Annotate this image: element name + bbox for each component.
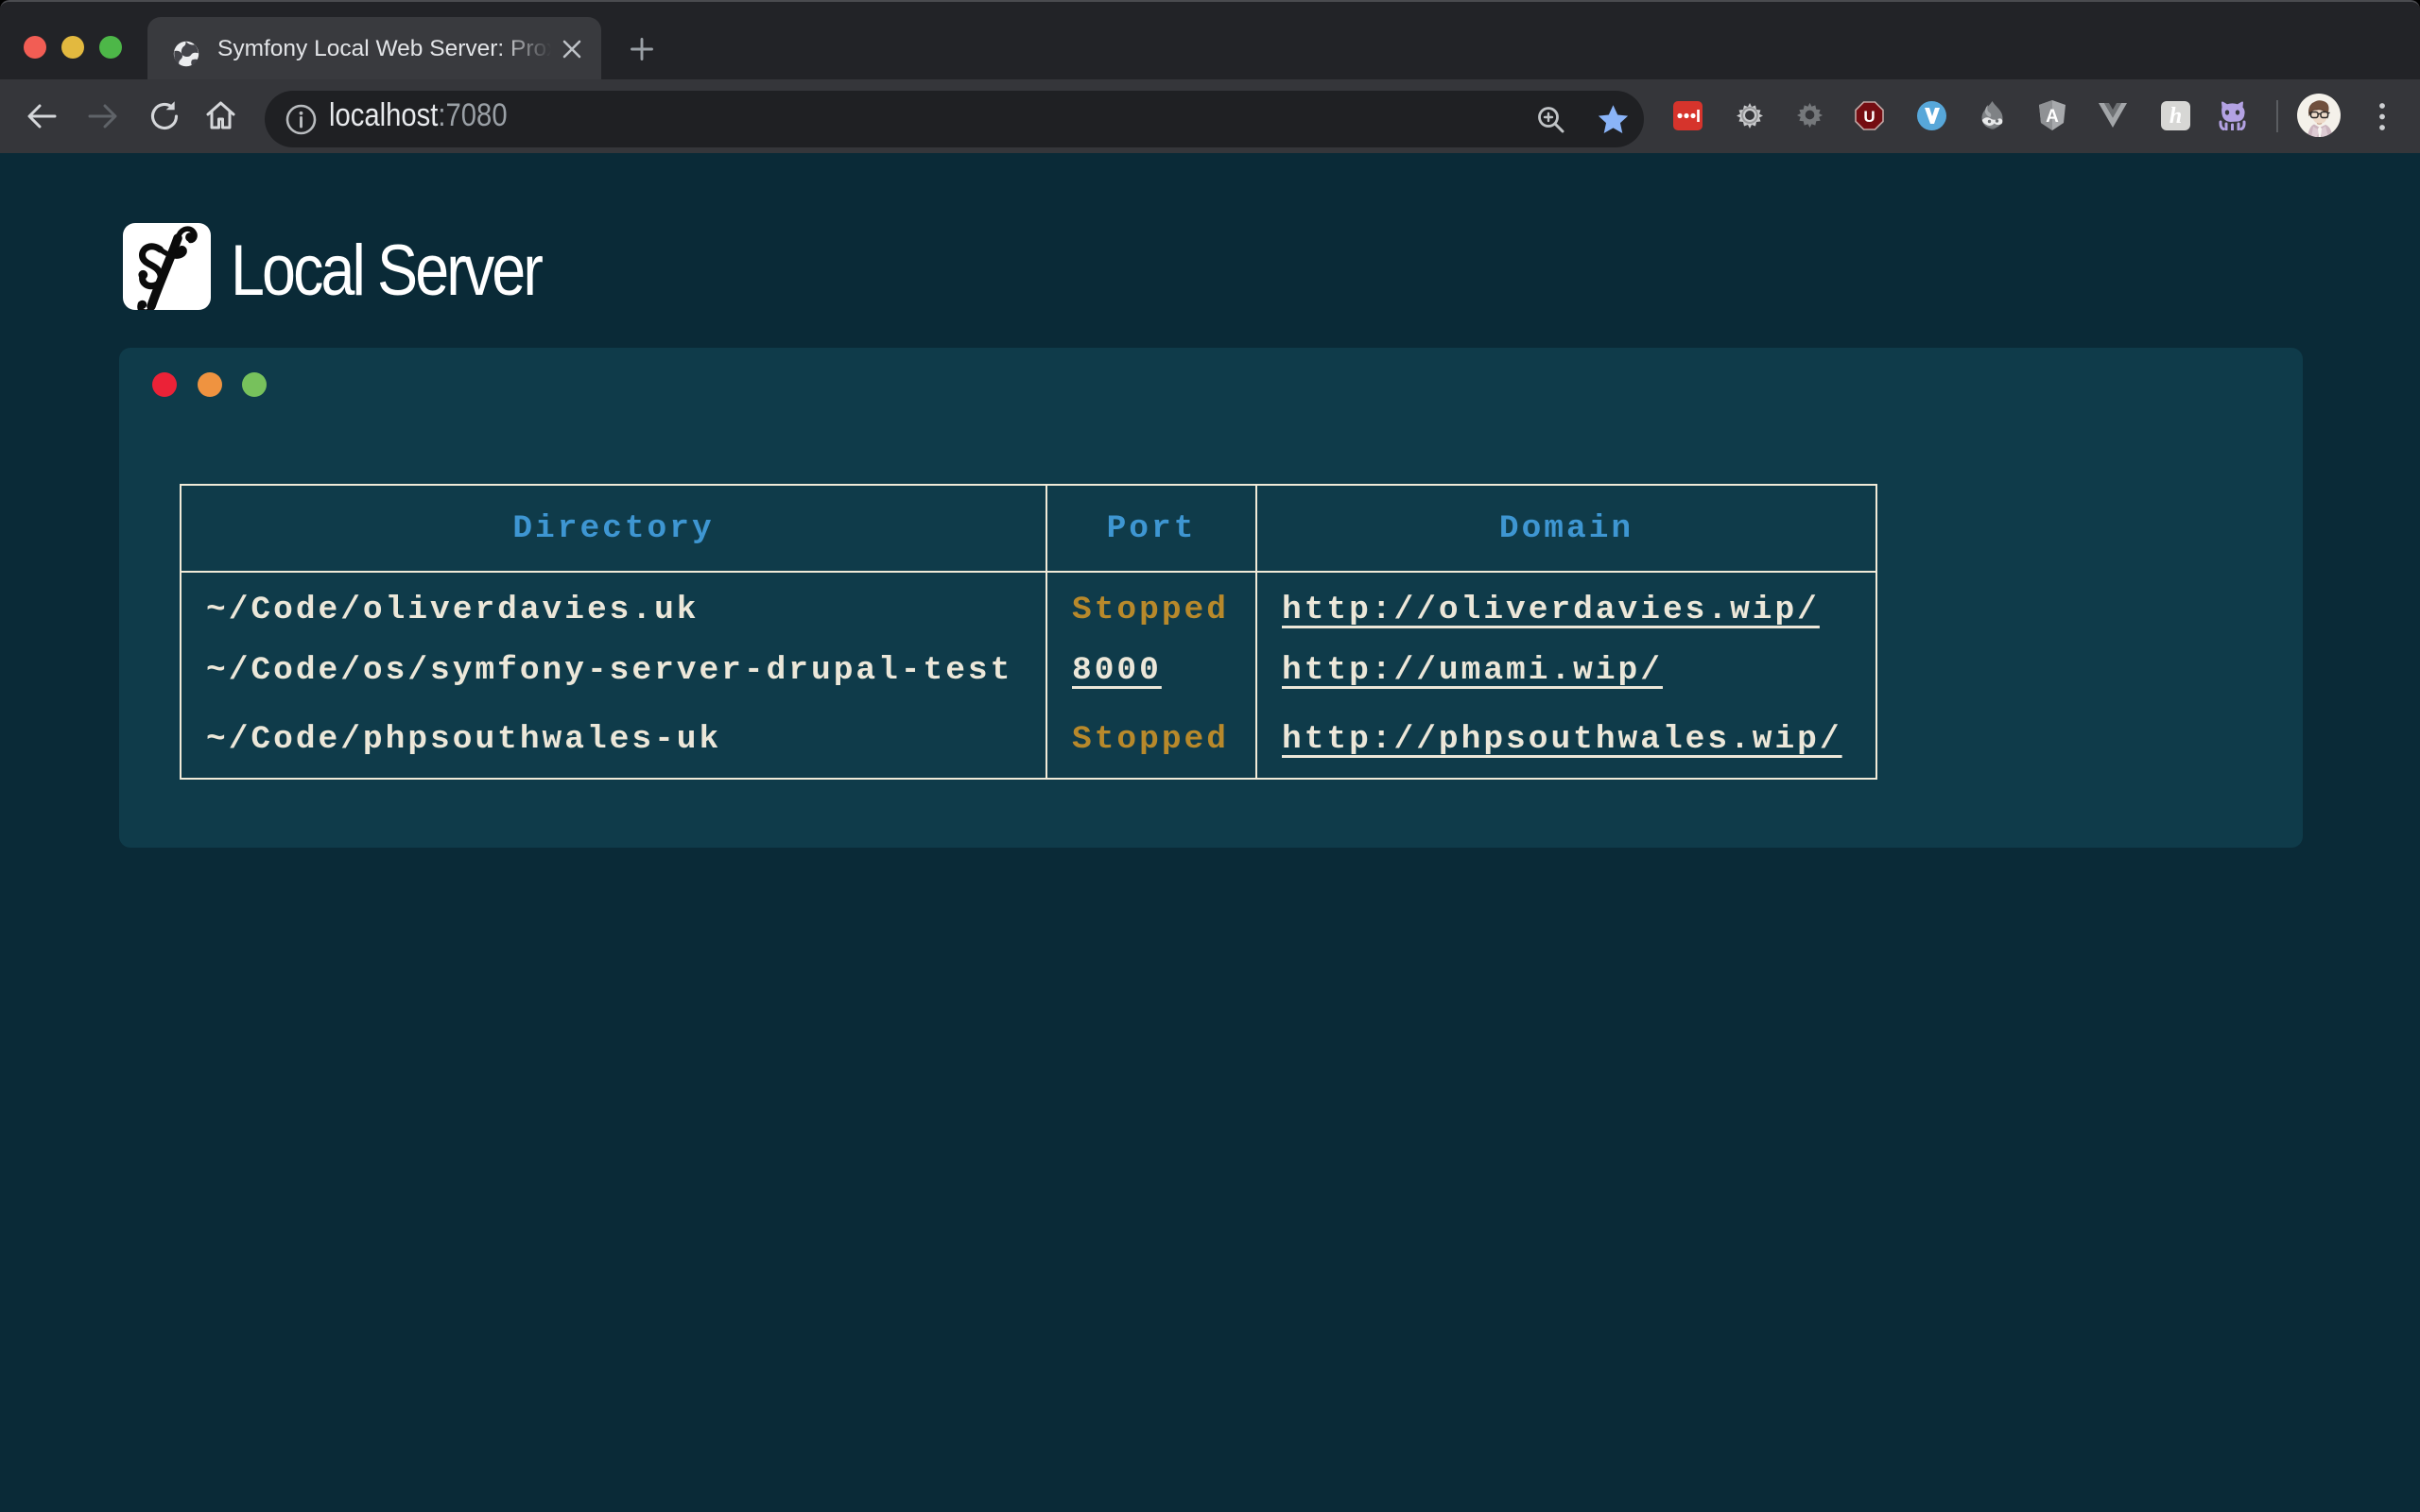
svg-text:h: h <box>2169 104 2182 129</box>
svg-text:A: A <box>2046 107 2059 127</box>
svg-text:U: U <box>1863 108 1875 126</box>
